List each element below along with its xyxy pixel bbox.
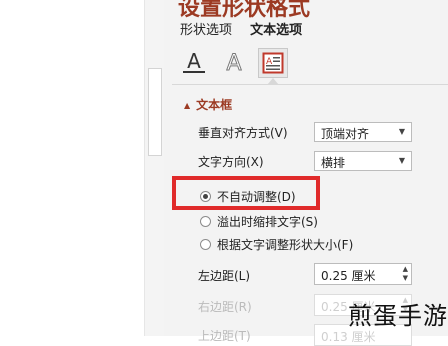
- radio-shrink-label: 溢出时缩排文字(S): [217, 215, 318, 229]
- vertical-align-select[interactable]: 顶端对齐 ▼: [314, 122, 412, 142]
- text-direction-label: 文字方向(X): [198, 155, 264, 169]
- dropdown-arrow-icon: ▼: [398, 156, 405, 165]
- vertical-align-label: 垂直对齐方式(V): [198, 126, 288, 140]
- highlight-box: [172, 176, 320, 210]
- pane-tabs: 形状选项 文本选项: [180, 19, 316, 38]
- document-scrollbar[interactable]: [144, 0, 165, 336]
- radio-shrink-on-overflow[interactable]: 溢出时缩排文字(S): [200, 213, 318, 230]
- left-margin-value: 0.25 厘米: [321, 269, 376, 283]
- right-margin-label: 右边距(R): [198, 300, 252, 314]
- tab-shape-options[interactable]: 形状选项: [180, 23, 232, 38]
- document-canvas: [0, 0, 164, 336]
- radio-button[interactable]: [200, 239, 211, 250]
- left-margin-label: 左边距(L): [198, 269, 251, 283]
- collapse-triangle-icon: ▲: [184, 101, 191, 110]
- document-scrollbar-thumb[interactable]: [148, 68, 162, 156]
- textbox-layout-icon[interactable]: A: [258, 48, 288, 78]
- text-direction-value: 横排: [321, 156, 346, 170]
- section-label: 文本框: [196, 98, 233, 112]
- top-margin-value: 0.13 厘米: [321, 330, 376, 344]
- tab-text-options[interactable]: 文本选项: [250, 23, 302, 38]
- svg-text:A: A: [226, 51, 241, 75]
- radio-resize-label: 根据文字调整形状大小(F): [217, 238, 354, 252]
- spin-down-icon[interactable]: ▼: [403, 274, 408, 282]
- dropdown-arrow-icon: ▼: [398, 127, 405, 136]
- textbox-section-header[interactable]: ▲ 文本框: [184, 96, 232, 113]
- radio-resize-shape[interactable]: 根据文字调整形状大小(F): [200, 236, 353, 253]
- text-effects-icon[interactable]: A: [220, 48, 248, 76]
- vertical-align-value: 顶端对齐: [321, 127, 370, 141]
- left-margin-spinner[interactable]: 0.25 厘米 ▲ ▼: [314, 263, 412, 285]
- radio-button[interactable]: [200, 216, 211, 227]
- text-direction-select[interactable]: 横排 ▼: [314, 151, 412, 171]
- spin-up-icon[interactable]: ▲: [403, 265, 408, 273]
- svg-text:A: A: [187, 49, 201, 73]
- watermark: 煎蛋手游: [348, 302, 448, 330]
- text-fill-outline-icon[interactable]: A: [180, 48, 208, 76]
- divider: [172, 84, 448, 85]
